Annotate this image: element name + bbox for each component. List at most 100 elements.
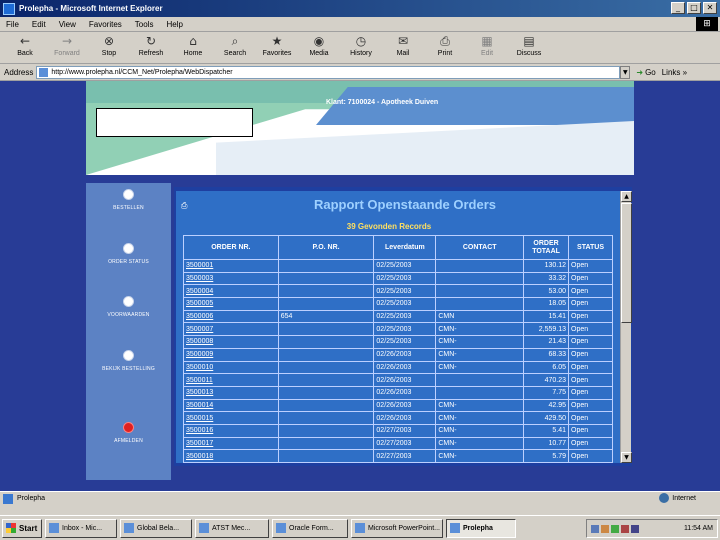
order-number-link[interactable]: 3500011 <box>183 373 279 387</box>
order-number-link[interactable]: 3500017 <box>183 436 279 451</box>
print-button[interactable]: ⎙ Print <box>424 32 466 57</box>
address-dropdown-button[interactable]: ▼ <box>620 65 631 79</box>
report-panel: ⎙ Rapport Openstaande Orders 39 Gevonden… <box>176 191 620 463</box>
taskbar-task[interactable]: Oracle Form... <box>272 518 348 538</box>
table-cell: 02/25/2003 <box>373 271 437 286</box>
table-cell: Open <box>568 284 613 299</box>
history-label: History <box>350 50 372 57</box>
table-cell: 10.77 <box>523 436 570 451</box>
taskbar-task[interactable]: Microsoft PowerPoint... <box>351 518 443 538</box>
links-button[interactable]: Links » <box>662 68 687 77</box>
table-cell <box>435 385 525 400</box>
scroll-thumb[interactable] <box>621 203 632 323</box>
taskbar-task[interactable]: ATST Mec... <box>195 518 269 538</box>
nav-bullet-icon <box>123 189 134 200</box>
nav-item-bestellen[interactable]: Bestellen <box>86 189 171 211</box>
order-number-link[interactable]: 3500006 <box>183 309 279 324</box>
menu-file[interactable]: File <box>6 20 19 29</box>
title-bar: Prolepha - Microsoft Internet Explorer _… <box>0 0 720 17</box>
nav-item-voorwaarden[interactable]: Voorwaarden <box>86 296 171 318</box>
go-button[interactable]: ➜ Go <box>636 68 655 77</box>
taskbar-task[interactable]: Inbox - Mic... <box>45 518 117 538</box>
edit-button[interactable]: ▦ Edit <box>466 32 508 57</box>
menu-view[interactable]: View <box>59 20 76 29</box>
system-tray: 11:54 AM <box>586 519 718 538</box>
home-label: Home <box>183 50 203 57</box>
scroll-down-icon[interactable]: ▼ <box>621 452 632 463</box>
home-button[interactable]: ⌂ Home <box>172 32 214 57</box>
order-number-link[interactable]: 3500014 <box>183 398 279 413</box>
window-title: Prolepha - Microsoft Internet Explorer <box>19 4 163 13</box>
table-cell: CMN- <box>435 423 525 438</box>
order-number-link[interactable]: 3500015 <box>183 411 279 425</box>
close-button[interactable]: ✕ <box>703 2 717 14</box>
order-number-link[interactable]: 3500016 <box>183 423 279 438</box>
table-row: 3500006 654 02/25/2003 CMN 15.41 Open <box>183 309 613 324</box>
order-number-link[interactable]: 3500004 <box>183 284 279 299</box>
table-row: 3500007 02/25/2003 CMN- 2,559.13 Open <box>183 322 613 337</box>
edit-label: Edit <box>480 50 494 57</box>
media-button[interactable]: ◉ Media <box>298 32 340 57</box>
tray-icon[interactable] <box>611 524 619 533</box>
nav-item-afmelden[interactable]: Afmelden <box>86 422 171 444</box>
taskbar-task[interactable]: Prolepha <box>446 518 516 538</box>
left-nav: Bestellen Order Status Voorwaarden Bekij… <box>86 183 171 480</box>
maximize-button[interactable]: □ <box>687 2 701 14</box>
task-label: Microsoft PowerPoint... <box>368 524 440 532</box>
taskbar-task[interactable]: Global Bela... <box>120 518 192 538</box>
order-number-link[interactable]: 3500008 <box>183 335 279 349</box>
stop-button[interactable]: ⊗ Stop <box>88 32 130 57</box>
order-number-link[interactable]: 3500005 <box>183 297 279 311</box>
tray-icon[interactable] <box>601 524 609 533</box>
back-button[interactable]: ← Back <box>4 32 46 57</box>
table-row: 3500013 02/26/2003 7.75 Open <box>183 385 613 400</box>
favorites-icon: ★ <box>271 34 283 48</box>
scroll-up-icon[interactable]: ▲ <box>621 191 632 202</box>
stop-icon: ⊗ <box>103 34 115 48</box>
task-app-icon <box>355 523 365 533</box>
menu-tools[interactable]: Tools <box>135 20 154 29</box>
mail-icon: ✉ <box>397 34 409 48</box>
nav-item-bekijk-bestelling[interactable]: Bekijk Bestelling <box>86 350 171 372</box>
minimize-button[interactable]: _ <box>671 2 685 14</box>
tray-icon[interactable] <box>621 524 629 533</box>
table-cell: 02/25/2003 <box>373 322 437 337</box>
menu-favorites[interactable]: Favorites <box>89 20 122 29</box>
menu-help[interactable]: Help <box>166 20 182 29</box>
order-number-link[interactable]: 3500001 <box>183 259 279 273</box>
menu-bar: File Edit View Favorites Tools Help ⊞ <box>0 17 720 32</box>
start-button[interactable]: Start <box>2 518 42 538</box>
table-cell: Open <box>568 322 613 337</box>
nav-item-order-status[interactable]: Order Status <box>86 243 171 265</box>
table-cell: 02/27/2003 <box>373 436 437 451</box>
table-cell <box>277 335 375 349</box>
table-cell: 6.05 <box>523 360 570 375</box>
back-icon: ← <box>19 34 31 48</box>
order-number-link[interactable]: 3500013 <box>183 385 279 400</box>
address-bar: Address http://www.prolepha.nl/CCM_Net/P… <box>0 64 720 81</box>
task-label: ATST Mec... <box>212 524 251 532</box>
report-scrollbar[interactable]: ▲ ▼ <box>620 191 632 463</box>
favorites-button[interactable]: ★ Favorites <box>256 32 298 57</box>
order-number-link[interactable]: 3500018 <box>183 449 279 463</box>
discuss-button[interactable]: ▤ Discuss <box>508 32 550 57</box>
order-number-link[interactable]: 3500010 <box>183 360 279 375</box>
page-header: Klant: 7100024 - Apotheek Duiven <box>86 81 634 175</box>
history-button[interactable]: ◷ History <box>340 32 382 57</box>
table-cell: 7.75 <box>523 385 570 400</box>
table-row: 3500018 02/27/2003 CMN- 5.79 Open <box>183 449 613 463</box>
refresh-button[interactable]: ↻ Refresh <box>130 32 172 57</box>
nav-label: Afmelden <box>114 438 143 444</box>
address-input[interactable]: http://www.prolepha.nl/CCM_Net/Prolepha/… <box>36 65 621 79</box>
tray-icon[interactable] <box>591 524 599 533</box>
mail-button[interactable]: ✉ Mail <box>382 32 424 57</box>
table-cell: Open <box>568 347 613 362</box>
table-cell <box>277 449 375 463</box>
tray-icon[interactable] <box>631 524 639 533</box>
order-number-link[interactable]: 3500007 <box>183 322 279 337</box>
menu-edit[interactable]: Edit <box>32 20 46 29</box>
search-button[interactable]: ⌕ Search <box>214 32 256 57</box>
order-number-link[interactable]: 3500003 <box>183 271 279 286</box>
forward-button[interactable]: → Forward <box>46 32 88 57</box>
order-number-link[interactable]: 3500009 <box>183 347 279 362</box>
